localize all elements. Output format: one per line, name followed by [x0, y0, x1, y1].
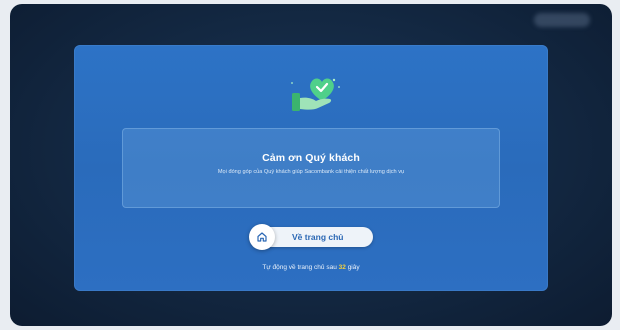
thank-you-message-box: Cảm ơn Quý khách Mọi đóng góp của Quý kh…	[122, 128, 500, 208]
brand-logo	[534, 13, 590, 27]
kiosk-screen: Cảm ơn Quý khách Mọi đóng góp của Quý kh…	[10, 4, 612, 326]
countdown-seconds: 32	[338, 264, 346, 271]
home-button-label: Về trang chủ	[292, 232, 344, 242]
home-button[interactable]: Về trang chủ	[249, 224, 373, 250]
home-icon	[257, 232, 267, 242]
countdown-prefix: Tự động về trang chủ sau	[262, 264, 337, 271]
countdown-suffix: giây	[347, 264, 360, 271]
home-icon-circle	[249, 224, 275, 250]
hand-heart-icon	[291, 78, 340, 111]
thank-you-card: Cảm ơn Quý khách Mọi đóng góp của Quý kh…	[74, 45, 548, 291]
thank-you-title: Cảm ơn Quý khách	[262, 152, 360, 164]
thank-you-subtitle: Mọi đóng góp của Quý khách giúp Sacomban…	[217, 169, 405, 175]
countdown-text: Tự động về trang chủ sau 32 giây	[74, 264, 548, 271]
